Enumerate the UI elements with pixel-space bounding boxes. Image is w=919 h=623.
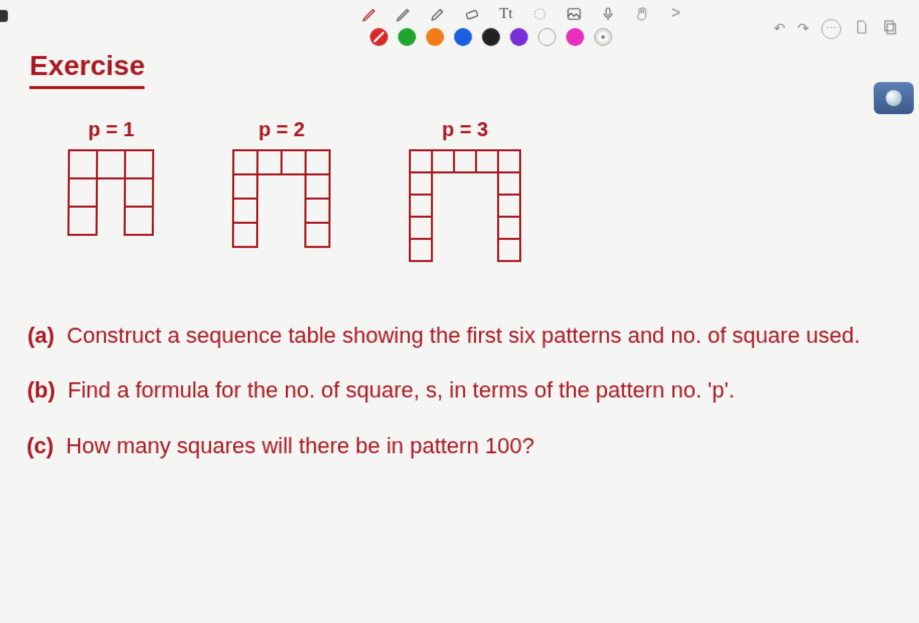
questions: (a) Construct a sequence table showing t… <box>26 311 892 470</box>
pattern-3: p = 3 <box>410 119 521 261</box>
image-icon[interactable] <box>564 4 584 24</box>
right-controls: ↶ ↷ ⋯ <box>774 18 900 39</box>
more-icon[interactable]: ⋯ <box>821 18 841 38</box>
eraser-icon[interactable] <box>462 4 482 24</box>
question-c-label: (c) <box>27 433 54 458</box>
pattern-1: p = 1 <box>68 119 153 235</box>
color-palette <box>370 28 612 46</box>
question-a: (a) Construct a sequence table showing t… <box>27 311 891 360</box>
tool-icons-row: Tt > <box>360 4 686 24</box>
question-a-text: Construct a sequence table showing the f… <box>67 323 861 348</box>
text-tool[interactable]: Tt <box>496 4 516 24</box>
color-black[interactable] <box>482 28 500 46</box>
color-purple[interactable] <box>510 28 528 46</box>
pattern-2-label: p = 2 <box>258 119 304 142</box>
question-b-label: (b) <box>27 378 55 403</box>
next-icon[interactable]: > <box>666 4 686 24</box>
hand-icon[interactable] <box>632 4 652 24</box>
exercise-content: Exercise p = 1 p = 2 p = 3 <box>26 50 892 477</box>
pen-icon[interactable] <box>360 4 380 24</box>
question-a-label: (a) <box>27 323 54 348</box>
color-red[interactable] <box>370 28 388 46</box>
pattern-2-shape <box>233 150 330 247</box>
copy-icon[interactable] <box>881 18 899 39</box>
lasso-icon[interactable] <box>530 4 550 24</box>
pattern-3-label: p = 3 <box>442 119 488 142</box>
page-icon[interactable] <box>853 18 869 39</box>
pattern-3-shape <box>410 150 521 261</box>
color-green[interactable] <box>398 28 416 46</box>
question-b: (b) Find a formula for the no. of square… <box>27 366 892 415</box>
color-picker[interactable] <box>594 28 612 46</box>
undo-icon[interactable]: ↶ <box>774 20 786 37</box>
question-c: (c) How many squares will there be in pa… <box>26 422 892 471</box>
question-b-text: Find a formula for the no. of square, s,… <box>67 378 734 403</box>
exercise-title: Exercise <box>29 50 145 89</box>
highlighter-icon[interactable] <box>428 4 448 24</box>
question-c-text: How many squares will there be in patter… <box>66 433 534 458</box>
color-orange[interactable] <box>426 28 444 46</box>
mic-icon[interactable] <box>598 4 618 24</box>
patterns-row: p = 1 p = 2 p = 3 <box>68 119 891 261</box>
pattern-1-label: p = 1 <box>88 119 134 142</box>
pattern-1-shape <box>68 150 153 235</box>
color-magenta[interactable] <box>566 28 584 46</box>
pattern-2: p = 2 <box>233 119 330 247</box>
color-empty[interactable] <box>538 28 556 46</box>
left-edge-tab <box>0 10 8 22</box>
color-blue[interactable] <box>454 28 472 46</box>
pencil-icon[interactable] <box>394 4 414 24</box>
redo-icon[interactable]: ↷ <box>797 20 809 37</box>
